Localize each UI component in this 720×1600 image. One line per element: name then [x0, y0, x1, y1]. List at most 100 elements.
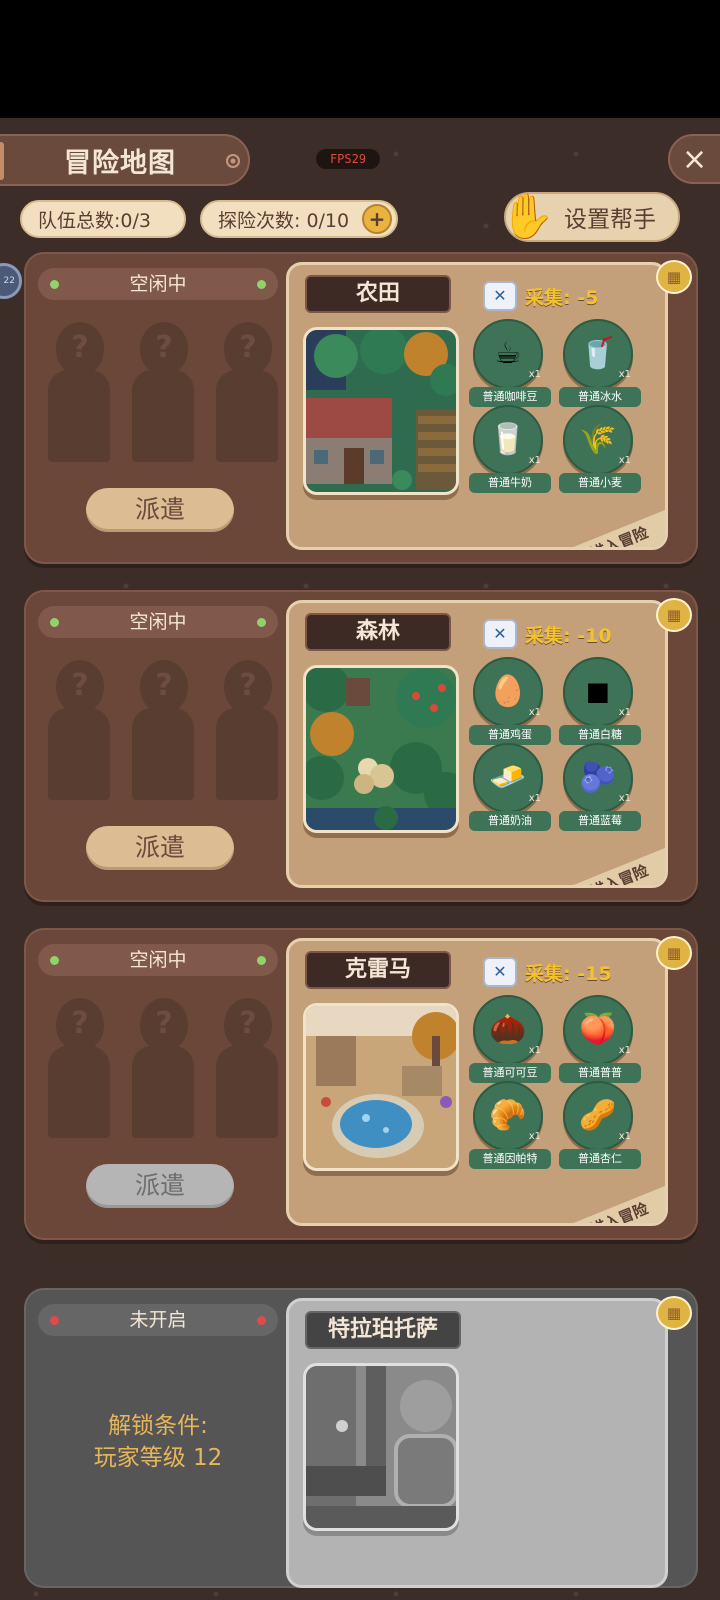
status-pill: 空闲中: [38, 944, 278, 976]
fps-counter: FPS29: [316, 149, 380, 169]
adventure-card-forest: 空闲中 ? ? ? 派遣 点击进入冒险 森林 ✕ 采集: -10 🥚 x1 普通…: [24, 590, 698, 902]
unknown-member-icon: ?: [224, 322, 272, 376]
collect-info: ✕ 采集: -5: [483, 279, 598, 313]
dispatch-button[interactable]: 派遣: [86, 488, 234, 532]
team-slots: ? ? ?: [48, 998, 278, 1138]
map-thumbnail[interactable]: [303, 327, 459, 495]
reward-item[interactable]: 🌾 x1 普通小麦: [559, 405, 641, 493]
reward-item[interactable]: ☕ x1 普通咖啡豆: [469, 319, 551, 407]
unknown-member-icon: ?: [56, 660, 104, 714]
empty-member-slot[interactable]: ?: [216, 998, 278, 1138]
treasure-chest-icon[interactable]: ▦: [656, 598, 692, 632]
unknown-member-icon: ?: [140, 660, 188, 714]
map-thumbnail: [303, 1363, 459, 1531]
map-name: 森林: [305, 613, 451, 651]
reward-item[interactable]: 🍑 x1 普通普普: [559, 995, 641, 1083]
map-thumbnail[interactable]: [303, 665, 459, 833]
adventure-card-farmland: 空闲中 ? ? ? 派遣 点击进入冒险 农田 ✕ 采集: -5 ☕ x1 普通咖…: [24, 252, 698, 564]
unlock-condition-title: 解锁条件:: [108, 1413, 208, 1439]
empty-member-slot[interactable]: ?: [216, 660, 278, 800]
reward-item[interactable]: ◼ x1 普通白糖: [559, 657, 641, 745]
hand-icon: ✋: [500, 191, 555, 242]
collect-info: ✕ 采集: -10: [483, 617, 612, 651]
reward-items: ☕ x1 普通咖啡豆 🥤 x1 普通冰水 🥛 x1 普通牛奶 🌾 x1 普通小麦: [469, 319, 659, 495]
map-panel: 特拉珀托萨: [286, 1298, 668, 1588]
team-total-pill: 队伍总数:0/3: [20, 200, 186, 238]
unlock-condition: 解锁条件: 玩家等级 12: [38, 1410, 278, 1474]
reward-item[interactable]: 🫐 x1 普通蓝莓: [559, 743, 641, 831]
status-pill: 空闲中: [38, 606, 278, 638]
add-explore-button[interactable]: +: [362, 204, 392, 234]
item-name: 普通奶油: [469, 811, 551, 831]
dice-icon: ✕: [483, 957, 517, 987]
adventure-map-screen: 冒险地图 FPS29 × 队伍总数:0/3 探险次数: 0/10 + ✋ 设置帮…: [0, 118, 720, 1600]
dice-icon: ✕: [483, 281, 517, 311]
adventure-card-locked: 未开启 解锁条件: 玩家等级 12 特拉珀托萨 ▦: [24, 1288, 698, 1588]
close-button[interactable]: ×: [668, 134, 720, 184]
title-ornament-icon: [226, 154, 240, 168]
empty-member-slot[interactable]: ?: [132, 660, 194, 800]
dispatch-button[interactable]: 派遣: [86, 826, 234, 870]
reward-item[interactable]: 🌰 x1 普通可可豆: [469, 995, 551, 1083]
collect-info: ✕ 采集: -15: [483, 955, 612, 989]
unknown-member-icon: ?: [56, 998, 104, 1052]
adventure-card-crema: 空闲中 ? ? ? 派遣 点击进入冒险 克雷马 ✕ 采集: -15 🌰 x1 普…: [24, 928, 698, 1240]
reward-item[interactable]: 🥐 x1 普通因帕特: [469, 1081, 551, 1169]
map-name: 克雷马: [305, 951, 451, 989]
collect-cost: 采集: -15: [525, 962, 612, 985]
item-name: 普通冰水: [559, 387, 641, 407]
map-thumbnail[interactable]: [303, 1003, 459, 1171]
team-total-label: 队伍总数:0/3: [38, 209, 151, 232]
set-helper-button[interactable]: ✋ 设置帮手: [500, 191, 680, 242]
reward-item[interactable]: 🥜 x1 普通杏仁: [559, 1081, 641, 1169]
page-title: 冒险地图: [64, 147, 176, 179]
map-panel[interactable]: 点击进入冒险 森林 ✕ 采集: -10 🥚 x1 普通鸡蛋 ◼ x1 普通白糖 …: [286, 600, 668, 888]
dispatch-button[interactable]: 派遣: [86, 1164, 234, 1208]
collect-cost: 采集: -5: [525, 286, 599, 309]
item-name: 普通因帕特: [469, 1149, 551, 1169]
item-name: 普通鸡蛋: [469, 725, 551, 745]
status-label: 空闲中: [129, 949, 187, 971]
item-qty: x1: [618, 1131, 631, 1142]
map-panel[interactable]: 点击进入冒险 农田 ✕ 采集: -5 ☕ x1 普通咖啡豆 🥤 x1 普通冰水 …: [286, 262, 668, 550]
item-qty: x1: [618, 793, 631, 804]
status-label: 空闲中: [129, 611, 187, 633]
empty-member-slot[interactable]: ?: [48, 660, 110, 800]
reward-item[interactable]: 🥚 x1 普通鸡蛋: [469, 657, 551, 745]
empty-member-slot[interactable]: ?: [216, 322, 278, 462]
empty-member-slot[interactable]: ?: [48, 998, 110, 1138]
title-tab: 冒险地图: [0, 134, 250, 186]
set-helper-label: 设置帮手: [564, 207, 656, 233]
empty-member-slot[interactable]: ?: [132, 322, 194, 462]
item-name: 普通小麦: [559, 473, 641, 493]
reward-item[interactable]: 🥤 x1 普通冰水: [559, 319, 641, 407]
reward-items: 🌰 x1 普通可可豆 🍑 x1 普通普普 🥐 x1 普通因帕特 🥜 x1 普通杏仁: [469, 995, 659, 1171]
status-label: 空闲中: [129, 273, 187, 295]
map-name: 特拉珀托萨: [305, 1311, 461, 1349]
item-qty: x1: [528, 1045, 541, 1056]
map-panel[interactable]: 点击进入冒险 克雷马 ✕ 采集: -15 🌰 x1 普通可可豆 🍑 x1 普通普…: [286, 938, 668, 1226]
item-name: 普通杏仁: [559, 1149, 641, 1169]
item-name: 普通蓝莓: [559, 811, 641, 831]
treasure-chest-icon[interactable]: ▦: [656, 1296, 692, 1330]
item-qty: x1: [618, 1045, 631, 1056]
empty-member-slot[interactable]: ?: [48, 322, 110, 462]
status-led-icon: [50, 956, 59, 965]
item-qty: x1: [528, 455, 541, 466]
item-qty: x1: [528, 707, 541, 718]
item-qty: x1: [618, 707, 631, 718]
status-pill: 未开启: [38, 1304, 278, 1336]
treasure-chest-icon[interactable]: ▦: [656, 260, 692, 294]
reward-item[interactable]: 🥛 x1 普通牛奶: [469, 405, 551, 493]
reward-item[interactable]: 🧈 x1 普通奶油: [469, 743, 551, 831]
empty-member-slot[interactable]: ?: [132, 998, 194, 1138]
item-name: 普通普普: [559, 1063, 641, 1083]
map-name: 农田: [305, 275, 451, 313]
collect-cost: 采集: -10: [525, 624, 612, 647]
status-pill: 空闲中: [38, 268, 278, 300]
item-name: 普通可可豆: [469, 1063, 551, 1083]
item-qty: x1: [528, 369, 541, 380]
treasure-chest-icon[interactable]: ▦: [656, 936, 692, 970]
explore-count-pill: 探险次数: 0/10 +: [200, 200, 398, 238]
status-led-icon: [257, 956, 266, 965]
